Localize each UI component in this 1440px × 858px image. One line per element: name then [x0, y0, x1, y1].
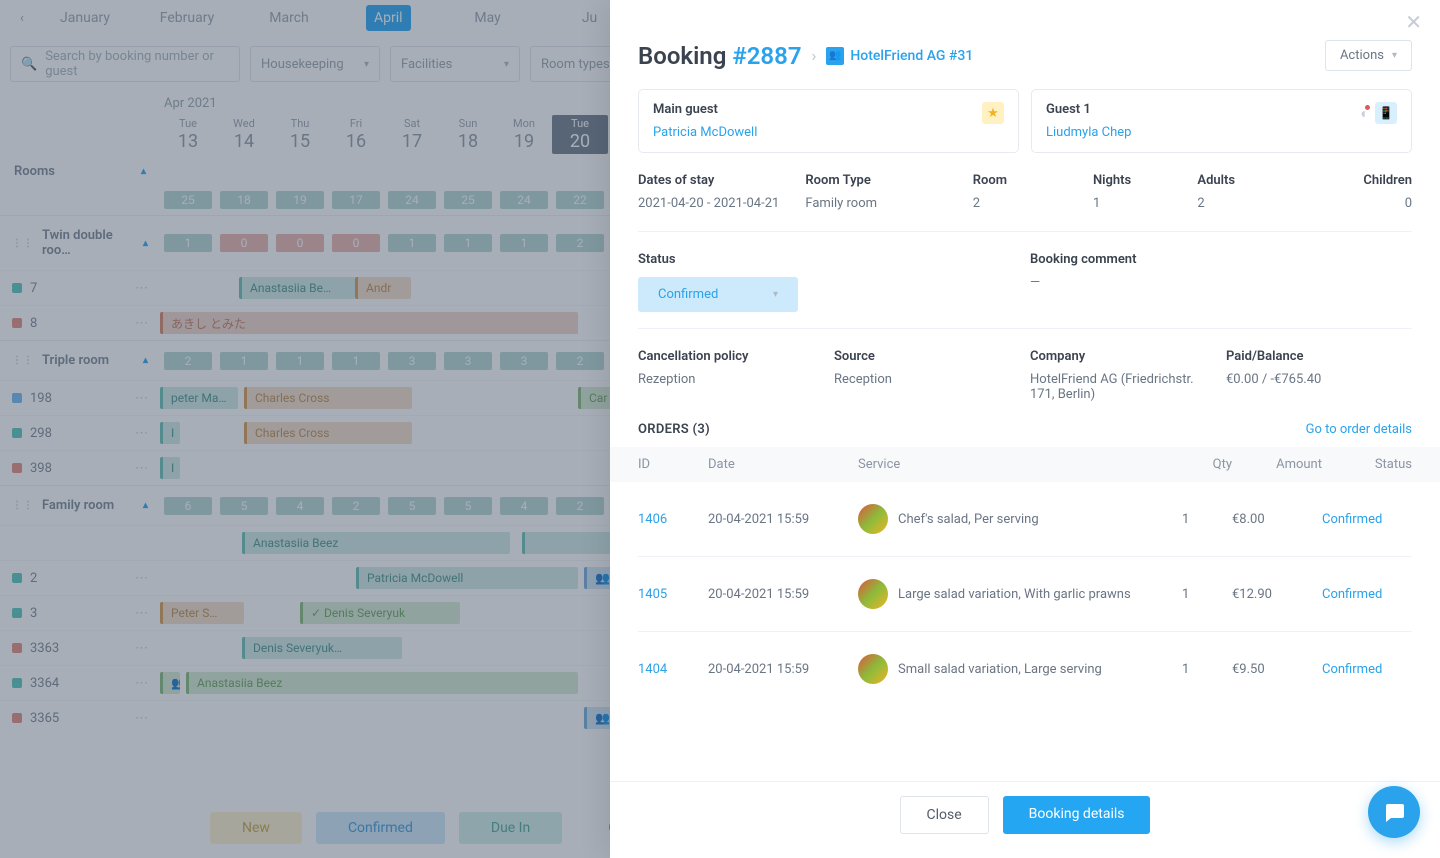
order-date: 20-04-2021 15:59: [708, 587, 858, 602]
order-qty: 1: [1182, 662, 1232, 677]
main-guest-card: Main guest Patricia McDowell ★: [638, 89, 1019, 153]
order-amount: €8.00: [1232, 512, 1322, 527]
company-value: HotelFriend AG (Friedrichstr. 171, Berli…: [1030, 372, 1216, 402]
chevron-right-icon: ›: [812, 46, 817, 65]
panel-title: Booking #2887 › 👥 HotelFriend AG #31: [638, 42, 973, 70]
order-service: Chef's salad, Per serving: [858, 504, 1182, 534]
order-id-link[interactable]: 1405: [638, 587, 708, 602]
status-dropdown[interactable]: Confirmed ▾: [638, 277, 798, 312]
order-amount: €9.50: [1232, 662, 1322, 677]
mobile-icon[interactable]: 📱: [1375, 102, 1397, 124]
caret-down-icon: ▾: [1392, 50, 1397, 61]
order-id-link[interactable]: 1406: [638, 512, 708, 527]
orders-heading: ORDERS (3): [638, 422, 710, 437]
guest1-label: Guest 1: [1046, 102, 1131, 117]
source-value: Reception: [834, 372, 1020, 387]
order-date: 20-04-2021 15:59: [708, 512, 858, 527]
service-thumb-icon: [858, 579, 888, 609]
comment-value: —: [1030, 275, 1412, 290]
order-status: Confirmed: [1322, 587, 1412, 602]
star-icon: ★: [982, 102, 1004, 124]
guest1-link[interactable]: Liudmyla Chep: [1046, 125, 1131, 140]
order-row: 1404 20-04-2021 15:59 Small salad variat…: [638, 632, 1412, 706]
service-thumb-icon: [858, 504, 888, 534]
orders-table-head: ID Date Service Qty Amount Status: [610, 447, 1440, 482]
order-service: Large salad variation, With garlic prawn…: [858, 579, 1182, 609]
notification-icon[interactable]: ◐: [1361, 105, 1369, 122]
order-service: Small salad variation, Large serving: [858, 654, 1182, 684]
service-thumb-icon: [858, 654, 888, 684]
booking-details-button[interactable]: Booking details: [1003, 796, 1151, 834]
order-row: 1405 20-04-2021 15:59 Large salad variat…: [638, 557, 1412, 632]
actions-dropdown[interactable]: Actions ▾: [1325, 40, 1412, 71]
cancel-value: Rezeption: [638, 372, 824, 387]
close-icon[interactable]: ✕: [1405, 10, 1422, 34]
booking-panel: ✕ Booking #2887 › 👥 HotelFriend AG #31 A…: [610, 0, 1440, 858]
orders-link[interactable]: Go to order details: [1306, 422, 1412, 437]
guest1-card: Guest 1 Liudmyla Chep ◐ 📱: [1031, 89, 1412, 153]
nights-value: 1: [1093, 196, 1187, 211]
chat-fab[interactable]: [1368, 786, 1420, 838]
room-value: 2: [973, 196, 1083, 211]
chevron-down-icon: ▾: [773, 289, 778, 300]
dates-value: 2021-04-20 - 2021-04-21: [638, 196, 795, 211]
balance-value: €0.00 / -€765.40: [1226, 372, 1412, 387]
children-value: 0: [1302, 196, 1412, 211]
adults-value: 2: [1197, 196, 1291, 211]
order-id-link[interactable]: 1404: [638, 662, 708, 677]
modal-scrim[interactable]: [0, 0, 610, 858]
close-button[interactable]: Close: [900, 796, 989, 834]
hotel-badge-icon: 👥: [826, 47, 844, 65]
order-row: 1406 20-04-2021 15:59 Chef's salad, Per …: [638, 482, 1412, 557]
order-date: 20-04-2021 15:59: [708, 662, 858, 677]
hotel-link[interactable]: HotelFriend AG #31: [850, 48, 973, 64]
main-guest-label: Main guest: [653, 102, 757, 117]
order-amount: €12.90: [1232, 587, 1322, 602]
order-qty: 1: [1182, 512, 1232, 527]
order-status: Confirmed: [1322, 512, 1412, 527]
order-qty: 1: [1182, 587, 1232, 602]
order-status: Confirmed: [1322, 662, 1412, 677]
booking-number[interactable]: #2887: [732, 42, 801, 70]
main-guest-link[interactable]: Patricia McDowell: [653, 125, 757, 140]
roomtype-value: Family room: [805, 196, 962, 211]
